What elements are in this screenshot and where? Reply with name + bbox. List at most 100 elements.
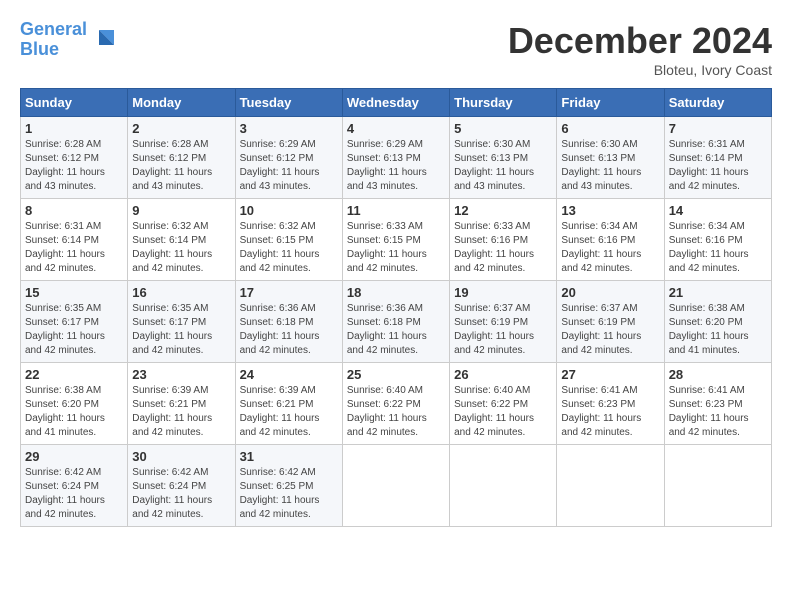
day-info: Sunrise: 6:33 AMSunset: 6:16 PMDaylight:… [454,220,552,276]
calendar-cell: 23Sunrise: 6:39 AMSunset: 6:21 PMDayligh… [128,363,235,445]
day-number: 25 [347,367,445,382]
day-number: 31 [240,449,338,464]
calendar-cell: 8Sunrise: 6:31 AMSunset: 6:14 PMDaylight… [21,199,128,281]
day-number: 4 [347,121,445,136]
calendar-cell: 20 Sunrise: 6:37 AMSunset: 6:19 PMDayligh… [557,281,664,363]
day-info: Sunrise: 6:38 AMSunset: 6:20 PMDaylight:… [669,302,767,358]
calendar-cell: 21 Sunrise: 6:38 AMSunset: 6:20 PMDayligh… [664,281,771,363]
day-number: 10 [240,203,338,218]
day-info: Sunrise: 6:36 AMSunset: 6:18 PMDaylight:… [347,302,445,358]
calendar-cell: 2 Sunrise: 6:28 AMSunset: 6:12 PMDaylight… [128,117,235,199]
day-info: Sunrise: 6:34 AMSunset: 6:16 PMDaylight:… [561,220,659,276]
day-number: 11 [347,203,445,218]
day-number: 5 [454,121,552,136]
day-info: Sunrise: 6:39 AMSunset: 6:21 PMDaylight:… [132,384,230,440]
day-number: 1 [25,121,123,136]
day-number: 14 [669,203,767,218]
day-info: Sunrise: 6:28 AMSunset: 6:12 PMDaylight:… [132,138,230,194]
calendar-cell: 27Sunrise: 6:41 AMSunset: 6:23 PMDayligh… [557,363,664,445]
calendar-cell: 30 Sunrise: 6:42 AMSunset: 6:24 PMDayligh… [128,445,235,527]
day-number: 13 [561,203,659,218]
calendar-cell [664,445,771,527]
calendar-cell: 12 Sunrise: 6:33 AMSunset: 6:16 PMDayligh… [450,199,557,281]
calendar-table: SundayMondayTuesdayWednesdayThursdayFrid… [20,88,772,527]
day-info: Sunrise: 6:33 AMSunset: 6:15 PMDaylight:… [347,220,445,276]
calendar-cell: 26 Sunrise: 6:40 AMSunset: 6:22 PMDayligh… [450,363,557,445]
day-number: 3 [240,121,338,136]
day-number: 29 [25,449,123,464]
calendar-cell: 29 Sunrise: 6:42 AMSunset: 6:24 PMDayligh… [21,445,128,527]
calendar-cell: 17Sunrise: 6:36 AMSunset: 6:18 PMDayligh… [235,281,342,363]
location-subtitle: Bloteu, Ivory Coast [508,62,772,78]
logo-icon [89,25,119,55]
calendar-week-row: 1 Sunrise: 6:28 AMSunset: 6:12 PMDaylight… [21,117,772,199]
calendar-cell: 5 Sunrise: 6:30 AMSunset: 6:13 PMDaylight… [450,117,557,199]
day-info: Sunrise: 6:32 AMSunset: 6:14 PMDaylight:… [132,220,230,276]
day-number: 18 [347,285,445,300]
calendar-cell: 18 Sunrise: 6:36 AMSunset: 6:18 PMDayligh… [342,281,449,363]
day-info: Sunrise: 6:41 AMSunset: 6:23 PMDaylight:… [561,384,659,440]
calendar-cell: 31 Sunrise: 6:42 AMSunset: 6:25 PMDayligh… [235,445,342,527]
day-info: Sunrise: 6:29 AMSunset: 6:13 PMDaylight:… [347,138,445,194]
day-of-week-header: Friday [557,89,664,117]
calendar-cell: 19 Sunrise: 6:37 AMSunset: 6:19 PMDayligh… [450,281,557,363]
calendar-cell: 1 Sunrise: 6:28 AMSunset: 6:12 PMDaylight… [21,117,128,199]
day-info: Sunrise: 6:39 AMSunset: 6:21 PMDaylight:… [240,384,338,440]
day-number: 15 [25,285,123,300]
day-info: Sunrise: 6:38 AMSunset: 6:20 PMDaylight:… [25,384,123,440]
calendar-body: 1 Sunrise: 6:28 AMSunset: 6:12 PMDaylight… [21,117,772,527]
day-number: 22 [25,367,123,382]
day-info: Sunrise: 6:42 AMSunset: 6:24 PMDaylight:… [132,466,230,522]
day-info: Sunrise: 6:31 AMSunset: 6:14 PMDaylight:… [669,138,767,194]
day-number: 21 [669,285,767,300]
day-info: Sunrise: 6:37 AMSunset: 6:19 PMDaylight:… [454,302,552,358]
day-info: Sunrise: 6:35 AMSunset: 6:17 PMDaylight:… [132,302,230,358]
day-number: 24 [240,367,338,382]
day-info: Sunrise: 6:30 AMSunset: 6:13 PMDaylight:… [561,138,659,194]
day-info: Sunrise: 6:40 AMSunset: 6:22 PMDaylight:… [454,384,552,440]
day-number: 9 [132,203,230,218]
day-of-week-header: Saturday [664,89,771,117]
day-info: Sunrise: 6:28 AMSunset: 6:12 PMDaylight:… [25,138,123,194]
day-number: 12 [454,203,552,218]
day-of-week-header: Thursday [450,89,557,117]
day-number: 7 [669,121,767,136]
logo: General Blue [20,20,119,60]
title-block: December 2024 Bloteu, Ivory Coast [508,20,772,78]
calendar-week-row: 15 Sunrise: 6:35 AMSunset: 6:17 PMDayligh… [21,281,772,363]
calendar-cell: 25Sunrise: 6:40 AMSunset: 6:22 PMDayligh… [342,363,449,445]
page-header: General Blue December 2024 Bloteu, Ivory… [20,20,772,78]
calendar-cell: 13 Sunrise: 6:34 AMSunset: 6:16 PMDayligh… [557,199,664,281]
day-info: Sunrise: 6:32 AMSunset: 6:15 PMDaylight:… [240,220,338,276]
calendar-cell: 15 Sunrise: 6:35 AMSunset: 6:17 PMDayligh… [21,281,128,363]
day-number: 20 [561,285,659,300]
calendar-week-row: 8Sunrise: 6:31 AMSunset: 6:14 PMDaylight… [21,199,772,281]
day-number: 30 [132,449,230,464]
day-info: Sunrise: 6:30 AMSunset: 6:13 PMDaylight:… [454,138,552,194]
day-info: Sunrise: 6:29 AMSunset: 6:12 PMDaylight:… [240,138,338,194]
calendar-cell: 11 Sunrise: 6:33 AMSunset: 6:15 PMDayligh… [342,199,449,281]
day-info: Sunrise: 6:41 AMSunset: 6:23 PMDaylight:… [669,384,767,440]
calendar-cell [342,445,449,527]
day-info: Sunrise: 6:35 AMSunset: 6:17 PMDaylight:… [25,302,123,358]
calendar-cell: 24 Sunrise: 6:39 AMSunset: 6:21 PMDayligh… [235,363,342,445]
day-info: Sunrise: 6:42 AMSunset: 6:24 PMDaylight:… [25,466,123,522]
calendar-cell: 3 Sunrise: 6:29 AMSunset: 6:12 PMDaylight… [235,117,342,199]
day-number: 28 [669,367,767,382]
calendar-cell: 9 Sunrise: 6:32 AMSunset: 6:14 PMDaylight… [128,199,235,281]
calendar-week-row: 22 Sunrise: 6:38 AMSunset: 6:20 PMDayligh… [21,363,772,445]
calendar-cell [557,445,664,527]
day-number: 26 [454,367,552,382]
day-info: Sunrise: 6:42 AMSunset: 6:25 PMDaylight:… [240,466,338,522]
day-number: 2 [132,121,230,136]
day-info: Sunrise: 6:37 AMSunset: 6:19 PMDaylight:… [561,302,659,358]
month-title: December 2024 [508,20,772,62]
calendar-cell: 10 Sunrise: 6:32 AMSunset: 6:15 PMDayligh… [235,199,342,281]
day-info: Sunrise: 6:36 AMSunset: 6:18 PMDaylight:… [240,302,338,358]
day-of-week-header: Monday [128,89,235,117]
calendar-header-row: SundayMondayTuesdayWednesdayThursdayFrid… [21,89,772,117]
logo-text: General Blue [20,20,87,60]
day-number: 19 [454,285,552,300]
calendar-cell: 4 Sunrise: 6:29 AMSunset: 6:13 PMDaylight… [342,117,449,199]
calendar-cell: 28 Sunrise: 6:41 AMSunset: 6:23 PMDayligh… [664,363,771,445]
